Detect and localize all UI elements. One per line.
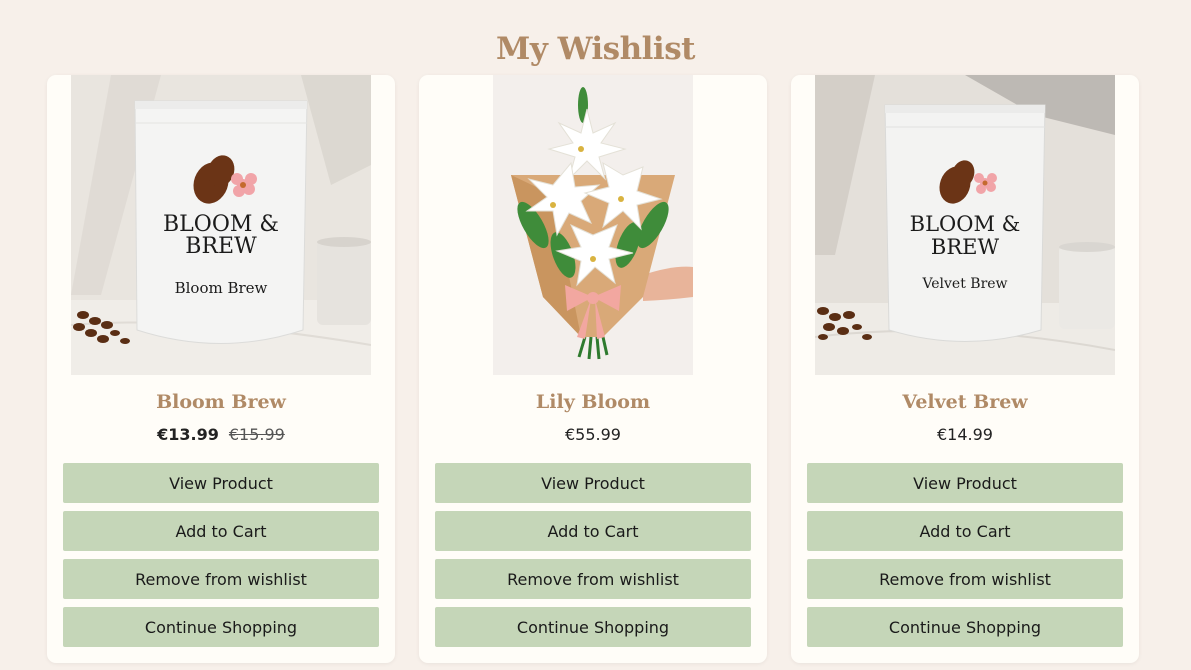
remove-from-wishlist-button[interactable]: Remove from wishlist	[435, 559, 751, 599]
page-title: My Wishlist	[496, 30, 695, 67]
pouch-brand-text: BREW	[931, 235, 1000, 259]
view-product-button[interactable]: View Product	[63, 463, 379, 503]
continue-shopping-button[interactable]: Continue Shopping	[807, 607, 1123, 647]
original-price: €15.99	[228, 425, 285, 444]
view-product-button[interactable]: View Product	[807, 463, 1123, 503]
product-image[interactable]	[493, 75, 693, 375]
add-to-cart-button[interactable]: Add to Cart	[63, 511, 379, 551]
wishlist-card: BLOOM & BREW Bloom Brew Bloom Brew €13.9…	[47, 75, 395, 663]
product-image[interactable]: BLOOM & BREW Velvet Brew	[815, 75, 1115, 375]
price: €55.99	[565, 425, 621, 444]
continue-shopping-button[interactable]: Continue Shopping	[435, 607, 751, 647]
product-name[interactable]: Lily Bloom	[419, 391, 767, 413]
pouch-variant-text: Bloom Brew	[175, 279, 268, 297]
remove-from-wishlist-button[interactable]: Remove from wishlist	[63, 559, 379, 599]
sale-price: €13.99	[157, 425, 219, 444]
price-row: €55.99	[419, 425, 767, 444]
view-product-button[interactable]: View Product	[435, 463, 751, 503]
pouch-brand-text: BLOOM &	[910, 212, 1021, 236]
wishlist-card: Lily Bloom €55.99 View Product Add to Ca…	[419, 75, 767, 663]
wishlist-card: BLOOM & BREW Velvet Brew Velvet Brew €14…	[791, 75, 1139, 663]
product-image[interactable]: BLOOM & BREW Bloom Brew	[71, 75, 371, 375]
price-row: €14.99	[791, 425, 1139, 444]
add-to-cart-button[interactable]: Add to Cart	[435, 511, 751, 551]
price: €14.99	[937, 425, 993, 444]
product-name[interactable]: Velvet Brew	[791, 391, 1139, 413]
pouch-brand-text: BREW	[185, 234, 257, 259]
product-name[interactable]: Bloom Brew	[47, 391, 395, 413]
pouch-variant-text: Velvet Brew	[921, 276, 1007, 292]
continue-shopping-button[interactable]: Continue Shopping	[63, 607, 379, 647]
remove-from-wishlist-button[interactable]: Remove from wishlist	[807, 559, 1123, 599]
add-to-cart-button[interactable]: Add to Cart	[807, 511, 1123, 551]
price-row: €13.99 €15.99	[47, 425, 395, 444]
